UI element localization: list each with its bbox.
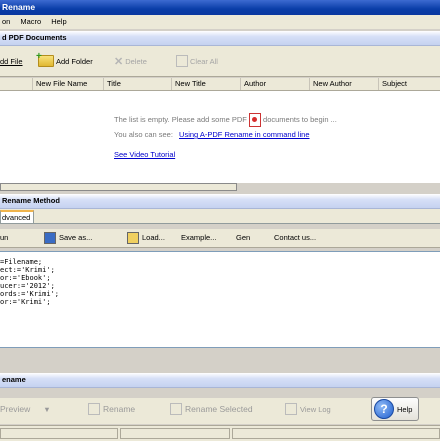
column-header-new-title[interactable]: New Title bbox=[171, 78, 240, 90]
rename-section-title: ename bbox=[2, 375, 26, 384]
example-button[interactable]: Example... bbox=[181, 229, 216, 247]
help-label: Help bbox=[397, 404, 413, 414]
rename-selected-label: Rename Selected bbox=[185, 404, 253, 414]
documents-toolbar: dd File + Add Folder ✕ Delete Clear All bbox=[0, 46, 440, 77]
gen-button[interactable]: Gen bbox=[236, 229, 250, 247]
column-header-new-file-name[interactable]: New File Name bbox=[32, 78, 103, 90]
load-button[interactable]: Load... bbox=[127, 229, 165, 247]
status-cell-3 bbox=[232, 428, 440, 439]
column-header-author[interactable]: Author bbox=[240, 78, 309, 90]
documents-section-title: d PDF Documents bbox=[2, 33, 67, 42]
status-cell-2 bbox=[120, 428, 230, 439]
video-tutorial-link[interactable]: See Video Tutorial bbox=[114, 150, 175, 159]
command-line-link[interactable]: Using A-PDF Rename in command line bbox=[179, 130, 309, 139]
menu-item-operation[interactable]: on bbox=[2, 17, 10, 26]
help-button-content: ? Help bbox=[374, 399, 412, 419]
menu-bar: on Macro Help bbox=[0, 15, 440, 29]
gen-label: Gen bbox=[236, 233, 251, 242]
documents-grid-header: New File Name Title New Title Author New… bbox=[0, 78, 440, 91]
rename-method-section-title: Rename Method bbox=[2, 196, 60, 205]
tab-advanced[interactable]: dvanced bbox=[0, 210, 34, 223]
contact-us-label: Contact us... bbox=[274, 233, 317, 242]
help-icon: ? bbox=[374, 399, 394, 419]
open-folder-icon bbox=[127, 232, 139, 244]
empty-list-message: The list is empty. Please add some PDF d… bbox=[114, 113, 337, 127]
script-line: ords:='Krimi'; bbox=[0, 290, 60, 298]
column-header-blank[interactable] bbox=[0, 78, 32, 90]
delete-button[interactable]: ✕ Delete bbox=[114, 53, 147, 69]
add-file-label: dd File bbox=[0, 56, 23, 66]
menu-item-macro[interactable]: Macro bbox=[20, 17, 41, 26]
empty-message-part1: The list is empty. Please add some PDF bbox=[114, 114, 247, 124]
preview-label: Preview bbox=[0, 404, 31, 414]
method-tabstrip: dvanced bbox=[0, 209, 440, 224]
rename-section-header: ename bbox=[0, 373, 440, 388]
clear-all-button[interactable]: Clear All bbox=[176, 53, 218, 69]
clear-all-icon bbox=[176, 55, 188, 67]
also-see-text: You also can see: bbox=[114, 130, 173, 139]
rename-button[interactable]: Rename bbox=[88, 400, 135, 418]
add-file-button[interactable]: dd File bbox=[0, 53, 23, 69]
script-editor[interactable]: =Filename; ect:='Krimi'; or:='Ebook'; uc… bbox=[0, 251, 440, 348]
rename-label: Rename bbox=[103, 404, 136, 414]
script-line: or:='Ebook'; bbox=[0, 274, 51, 282]
add-folder-label: Add Folder bbox=[56, 56, 93, 66]
add-folder-button[interactable]: + Add Folder bbox=[36, 52, 93, 69]
title-bar: Rename bbox=[0, 0, 440, 15]
command-line-row: You also can see: Using A-PDF Rename in … bbox=[114, 130, 310, 139]
rename-selected-icon bbox=[170, 403, 182, 415]
script-line: ucer:='2012'; bbox=[0, 282, 55, 290]
empty-message-part2: documents to begin ... bbox=[263, 114, 337, 124]
contact-us-button[interactable]: Contact us... bbox=[274, 229, 316, 247]
preview-button[interactable]: Preview ▼ bbox=[0, 400, 51, 418]
delete-label: Delete bbox=[125, 56, 147, 66]
script-line: ect:='Krimi'; bbox=[0, 266, 55, 274]
save-as-label: Save as... bbox=[59, 233, 93, 242]
rename-icon bbox=[88, 403, 100, 415]
column-header-subject[interactable]: Subject bbox=[378, 78, 440, 90]
view-log-label: View Log bbox=[300, 404, 331, 414]
run-button[interactable]: un bbox=[0, 229, 8, 247]
script-line: or:='Krimi'; bbox=[0, 298, 51, 306]
column-header-new-author[interactable]: New Author bbox=[309, 78, 378, 90]
script-line: =Filename; bbox=[0, 258, 43, 266]
column-header-title[interactable]: Title bbox=[103, 78, 171, 90]
rename-method-section-header: Rename Method bbox=[0, 194, 440, 209]
clear-all-label: Clear All bbox=[190, 56, 218, 66]
example-label: Example... bbox=[181, 233, 217, 242]
log-icon bbox=[285, 403, 297, 415]
save-icon bbox=[44, 232, 56, 244]
chevron-down-icon: ▼ bbox=[43, 404, 51, 414]
load-label: Load... bbox=[142, 233, 165, 242]
status-cell-1 bbox=[0, 428, 118, 439]
method-toolbar: un Save as... Load... Example... Gen Con… bbox=[0, 229, 440, 248]
pdf-icon bbox=[248, 113, 261, 127]
rename-selected-button[interactable]: Rename Selected bbox=[170, 400, 253, 418]
delete-icon: ✕ bbox=[114, 55, 124, 68]
view-log-button[interactable]: View Log bbox=[285, 400, 331, 418]
documents-section-header: d PDF Documents bbox=[0, 31, 440, 46]
run-label: un bbox=[0, 233, 9, 242]
menu-item-help[interactable]: Help bbox=[51, 17, 66, 26]
window-title: Rename bbox=[2, 2, 36, 12]
status-bar bbox=[0, 425, 440, 441]
documents-list[interactable]: The list is empty. Please add some PDF d… bbox=[0, 91, 440, 183]
folder-icon: + bbox=[36, 52, 54, 67]
documents-horizontal-scrollbar[interactable] bbox=[0, 183, 237, 191]
save-as-button[interactable]: Save as... bbox=[44, 229, 92, 247]
